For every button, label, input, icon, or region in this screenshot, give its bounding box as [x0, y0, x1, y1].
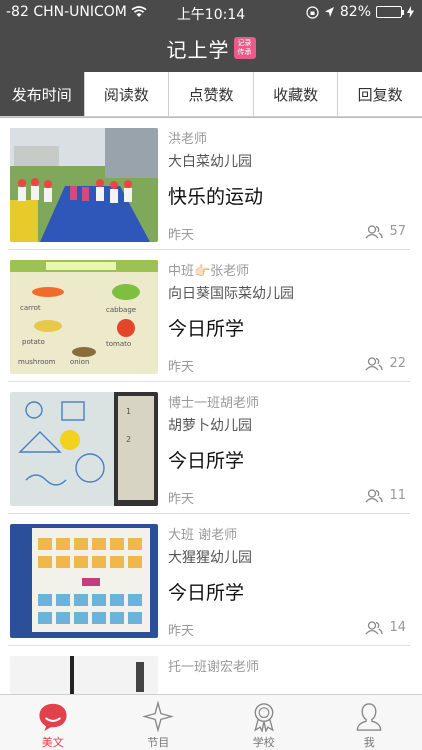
- read-count: 14: [365, 620, 406, 635]
- school-name: 大白菜幼儿园: [168, 154, 252, 170]
- post-item[interactable]: 12 博士一班胡老师 胡萝卜幼儿园 今日所学 昨天 11: [8, 382, 410, 514]
- battery-icon: [376, 6, 404, 18]
- teacher-name: 中班👉🏻张老师: [168, 264, 250, 279]
- read-count-value: 14: [389, 620, 406, 635]
- post-date: 昨天: [168, 360, 195, 375]
- svg-text:2: 2: [126, 435, 131, 444]
- tab-school-label: 学校: [252, 736, 275, 749]
- tab-publish-time[interactable]: 发布时间: [0, 72, 85, 117]
- svg-text:onion: onion: [70, 358, 89, 366]
- star-icon: [142, 701, 175, 732]
- post-thumbnail: [10, 524, 158, 638]
- read-count-value: 22: [389, 356, 406, 371]
- teacher-name: 托一班谢宏老师: [168, 660, 260, 675]
- read-count-value: 57: [389, 224, 406, 239]
- top-bar: -82 CHN-UNICOM 上午10:14 82% 记上学 记录 传承: [0, 0, 422, 72]
- app-logo-badge: 记录 传承: [233, 37, 256, 59]
- svg-text:cabbage: cabbage: [106, 306, 136, 314]
- award-icon: [253, 703, 274, 732]
- readers-icon: [365, 356, 384, 370]
- svg-text:1: 1: [126, 407, 131, 416]
- post-date: 昨天: [168, 228, 195, 243]
- tab-articles[interactable]: 美文: [0, 695, 106, 750]
- school-name: 大猩猩幼儿园: [168, 550, 252, 566]
- post-title[interactable]: 今日所学: [168, 578, 244, 605]
- badge-line-1: 记录: [237, 39, 252, 47]
- post-thumbnail: 12: [10, 392, 158, 506]
- tab-school[interactable]: 学校: [211, 695, 317, 750]
- post-thumbnail: [10, 128, 158, 242]
- readers-icon: [365, 488, 384, 502]
- readers-icon: [365, 620, 384, 634]
- read-count: 11: [365, 488, 406, 503]
- school-name: 胡萝卜幼儿园: [168, 418, 252, 434]
- person-icon: [356, 703, 382, 731]
- school-name: 向日葵国际菜幼儿园: [168, 286, 294, 302]
- post-date: 昨天: [168, 624, 195, 639]
- location-icon: [324, 7, 334, 17]
- chat-bubble-icon: [39, 703, 67, 732]
- bottom-tab-bar: 美文 节目 学校 我: [0, 694, 422, 750]
- post-item[interactable]: 大班 谢老师 大猩猩幼儿园 今日所学 昨天 14: [8, 514, 410, 646]
- tab-reply-count[interactable]: 回复数: [338, 72, 422, 117]
- svg-text:potato: potato: [22, 338, 45, 346]
- battery-percent: 82%: [339, 4, 371, 20]
- status-bar: -82 CHN-UNICOM 上午10:14 82%: [0, 0, 422, 24]
- post-title[interactable]: 今日所学: [168, 446, 244, 473]
- tab-articles-label: 美文: [41, 736, 64, 749]
- svg-text:carrot: carrot: [20, 304, 41, 312]
- lock-rotation-icon: [306, 5, 319, 19]
- readers-icon: [365, 224, 384, 238]
- post-thumbnail: carrot cabbage potato tomato mushroom onion: [10, 260, 158, 374]
- post-date: 昨天: [168, 492, 195, 507]
- svg-text:mushroom: mushroom: [18, 358, 56, 366]
- post-item[interactable]: 洪老师 大白菜幼儿园 快乐的运动 昨天 57: [8, 118, 410, 250]
- post-thumbnail: [10, 656, 158, 694]
- tab-programs[interactable]: 节目: [106, 695, 212, 750]
- read-count-value: 11: [389, 488, 406, 503]
- post-title[interactable]: 快乐的运动: [168, 182, 263, 209]
- read-count: 22: [365, 356, 406, 371]
- tab-me[interactable]: 我: [317, 695, 422, 750]
- tab-like-count[interactable]: 点赞数: [169, 72, 254, 117]
- post-item[interactable]: 托一班谢宏老师: [8, 646, 410, 694]
- tab-read-count[interactable]: 阅读数: [84, 72, 170, 117]
- svg-text:tomato: tomato: [106, 340, 131, 348]
- sort-tabs: 发布时间 阅读数 点赞数 收藏数 回复数: [0, 72, 422, 118]
- badge-line-2: 传承: [237, 48, 252, 56]
- tab-programs-label: 节目: [147, 736, 170, 749]
- charging-icon: [407, 6, 414, 18]
- post-feed: 洪老师 大白菜幼儿园 快乐的运动 昨天 57 carrot cabbage po…: [0, 118, 422, 694]
- nav-bar: 记上学 记录 传承: [0, 30, 422, 66]
- teacher-name: 洪老师: [168, 132, 208, 147]
- tab-favorite-count[interactable]: 收藏数: [253, 72, 339, 117]
- teacher-name: 大班 谢老师: [168, 528, 238, 543]
- app-title: 记上学: [166, 37, 230, 62]
- teacher-name: 博士一班胡老师: [168, 396, 260, 411]
- tab-me-label: 我: [363, 736, 375, 749]
- post-item[interactable]: carrot cabbage potato tomato mushroom onion…: [8, 250, 410, 382]
- read-count: 57: [365, 224, 406, 239]
- post-title[interactable]: 今日所学: [168, 314, 244, 341]
